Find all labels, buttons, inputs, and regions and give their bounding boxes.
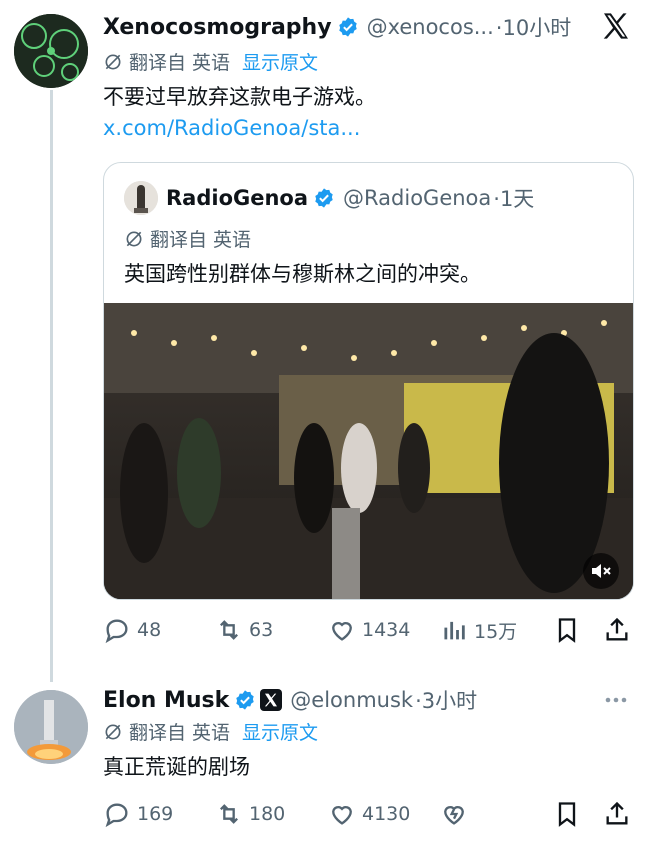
avatar-pattern-image bbox=[14, 14, 88, 88]
mute-toggle-button[interactable] bbox=[583, 553, 619, 589]
video-frame-image bbox=[104, 303, 633, 599]
author-handle[interactable]: @xenocos... bbox=[367, 15, 494, 39]
x-logo-icon[interactable] bbox=[600, 10, 632, 42]
statue-avatar-image bbox=[124, 181, 158, 215]
tweet-body: 不要过早放弃这款电子游戏。 x.com/RadioGenoa/sta... bbox=[103, 82, 623, 144]
video-player[interactable] bbox=[104, 303, 633, 599]
translate-icon bbox=[105, 724, 121, 739]
tweet-header: Xenocosmography @xenocos... ·10小时 bbox=[103, 10, 573, 44]
bookmark-button[interactable] bbox=[553, 616, 587, 644]
tweet-actions-bar: 169 180 4130 bbox=[103, 797, 633, 831]
reply-button[interactable]: 169 bbox=[103, 800, 173, 828]
author-name[interactable]: Elon Musk bbox=[103, 688, 229, 713]
quoted-tweet-text: 英国跨性别群体与穆斯林之间的冲突。 bbox=[124, 262, 481, 286]
verified-badge-icon bbox=[236, 690, 255, 710]
reply-icon bbox=[105, 803, 128, 828]
x-affiliation-badge-icon bbox=[260, 689, 283, 711]
bookmark-button[interactable] bbox=[553, 800, 587, 828]
translation-row: 翻译自 英语 显示原文 bbox=[103, 718, 318, 745]
translate-icon bbox=[105, 54, 121, 69]
show-original-link[interactable]: 显示原文 bbox=[242, 718, 318, 745]
quoted-tweet-card[interactable]: RadioGenoa @RadioGenoa ·1天 翻译自 英语 英国跨性别群… bbox=[103, 162, 634, 600]
author-handle[interactable]: @elonmusk bbox=[290, 688, 413, 712]
reply-icon bbox=[105, 619, 128, 644]
repost-icon bbox=[220, 804, 238, 824]
quoted-author-avatar[interactable] bbox=[124, 181, 158, 215]
bookmark-icon bbox=[558, 802, 576, 827]
source-language: 英语 bbox=[192, 52, 231, 74]
author-avatar[interactable] bbox=[14, 690, 88, 764]
view-count: 15万 bbox=[474, 620, 518, 643]
like-button[interactable]: 1434 bbox=[328, 616, 410, 644]
translated-from-label: 翻译自 bbox=[150, 229, 208, 251]
translate-icon bbox=[126, 231, 142, 246]
translated-from-label: 翻译自 bbox=[129, 52, 187, 74]
like-button[interactable]: 4130 bbox=[328, 800, 410, 828]
share-button[interactable] bbox=[603, 800, 637, 828]
rocket-launch-avatar-image bbox=[14, 690, 88, 764]
like-count: 4130 bbox=[362, 803, 411, 825]
source-language: 英语 bbox=[213, 229, 252, 251]
quoted-tweet-header: RadioGenoa @RadioGenoa ·1天 bbox=[124, 181, 534, 215]
quoted-author-handle[interactable]: @RadioGenoa bbox=[343, 186, 491, 210]
tweet-text: 真正荒诞的剧场 bbox=[103, 755, 250, 779]
reply-count: 169 bbox=[137, 803, 174, 825]
share-button[interactable] bbox=[603, 616, 637, 644]
source-language: 英语 bbox=[192, 722, 231, 744]
thread-connector-line bbox=[50, 90, 53, 682]
heart-icon bbox=[332, 806, 352, 825]
more-options-icon[interactable] bbox=[602, 690, 630, 710]
tweet-text: 不要过早放弃这款电子游戏。 bbox=[103, 85, 376, 109]
repost-count: 180 bbox=[249, 803, 286, 825]
tweet-actions-bar: 48 63 1434 15万 bbox=[103, 613, 633, 647]
repost-count: 63 bbox=[249, 619, 274, 641]
bookmark-icon bbox=[558, 618, 576, 643]
repost-button[interactable]: 63 bbox=[215, 616, 273, 644]
translation-row: 翻译自 英语 显示原文 bbox=[103, 48, 318, 75]
share-icon bbox=[606, 617, 628, 641]
tweet-header: Elon Musk @elonmusk ·3小时 bbox=[103, 683, 573, 717]
post-time[interactable]: ·3小时 bbox=[415, 685, 477, 715]
verified-badge-icon bbox=[315, 188, 333, 208]
post-time[interactable]: ·10小时 bbox=[496, 12, 571, 42]
tweet-link[interactable]: x.com/RadioGenoa/sta... bbox=[103, 116, 360, 140]
quoted-post-time: ·1天 bbox=[493, 187, 535, 211]
quoted-author-name[interactable]: RadioGenoa bbox=[166, 186, 308, 210]
views-chart-icon bbox=[444, 621, 465, 640]
heart-icon bbox=[332, 622, 352, 641]
speaker-muted-icon bbox=[592, 564, 611, 578]
author-name[interactable]: Xenocosmography bbox=[103, 15, 332, 40]
reply-button[interactable]: 48 bbox=[103, 616, 161, 644]
author-avatar[interactable] bbox=[14, 14, 88, 88]
like-count: 1434 bbox=[362, 619, 411, 641]
grok-heart-button[interactable] bbox=[440, 800, 474, 828]
quoted-translation-row: 翻译自 英语 bbox=[124, 225, 251, 252]
repost-icon bbox=[220, 620, 238, 640]
repost-button[interactable]: 180 bbox=[215, 800, 285, 828]
views-button[interactable]: 15万 bbox=[440, 616, 517, 644]
verified-badge-icon bbox=[338, 17, 357, 37]
share-icon bbox=[606, 801, 628, 825]
show-original-link[interactable]: 显示原文 bbox=[242, 48, 318, 75]
reply-count: 48 bbox=[137, 619, 162, 641]
broken-heart-icon bbox=[444, 806, 464, 825]
translated-from-label: 翻译自 bbox=[129, 722, 187, 744]
